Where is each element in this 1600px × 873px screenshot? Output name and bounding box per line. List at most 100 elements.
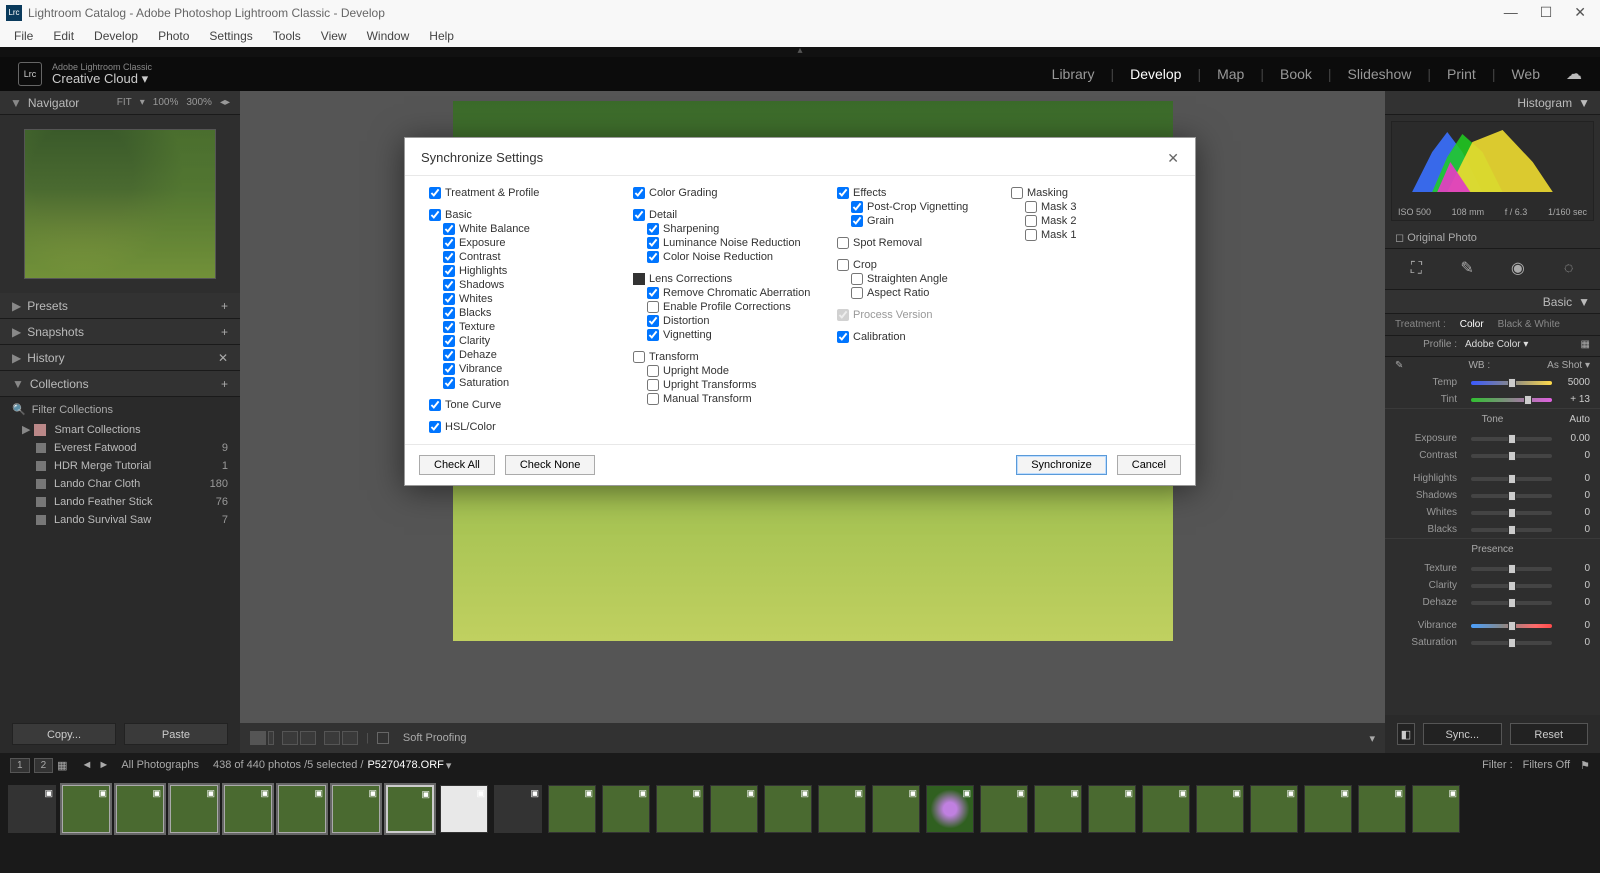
- cb-contrast[interactable]: Contrast: [429, 250, 609, 264]
- cb-saturation[interactable]: Saturation: [429, 376, 609, 390]
- cb-grain[interactable]: Grain: [837, 214, 987, 228]
- menu-photo[interactable]: Photo: [150, 27, 197, 45]
- cb-mask-1[interactable]: Mask 1: [1011, 228, 1131, 242]
- cb-shadows[interactable]: Shadows: [429, 278, 609, 292]
- filmstrip-thumb[interactable]: ▣: [1358, 785, 1406, 833]
- contrast-slider[interactable]: [1471, 454, 1552, 458]
- collection-item[interactable]: Lando Feather Stick76: [0, 493, 240, 511]
- cb-post-crop-vignetting[interactable]: Post-Crop Vignetting: [837, 200, 987, 214]
- cb-exposure[interactable]: Exposure: [429, 236, 609, 250]
- synchronize-button[interactable]: Synchronize: [1016, 455, 1107, 475]
- cb-upright-mode[interactable]: Upright Mode: [633, 364, 813, 378]
- zoom-100[interactable]: 100%: [153, 97, 179, 108]
- filmstrip-thumb[interactable]: ▣: [926, 785, 974, 833]
- heal-icon[interactable]: ✎: [1455, 257, 1479, 281]
- zoom-fit[interactable]: FIT: [117, 97, 132, 108]
- mask-icon[interactable]: ◌: [1557, 257, 1581, 281]
- cb-whites[interactable]: Whites: [429, 292, 609, 306]
- collections-section[interactable]: ▼Collections+: [0, 371, 240, 397]
- original-photo-toggle[interactable]: ◻ Original Photo: [1385, 227, 1600, 249]
- toolbar-menu-icon[interactable]: ▾: [1369, 732, 1375, 745]
- highlights-slider[interactable]: [1471, 477, 1552, 481]
- filmstrip-thumb[interactable]: ▣: [602, 785, 650, 833]
- menu-tools[interactable]: Tools: [265, 27, 309, 45]
- menu-edit[interactable]: Edit: [45, 27, 82, 45]
- tint-slider[interactable]: [1471, 398, 1552, 402]
- cb-vibrance[interactable]: Vibrance: [429, 362, 609, 376]
- module-slideshow[interactable]: Slideshow: [1348, 66, 1412, 82]
- filmstrip-thumb[interactable]: ▣: [8, 785, 56, 833]
- cb-dehaze[interactable]: Dehaze: [429, 348, 609, 362]
- zoom-300[interactable]: 300%: [186, 97, 212, 108]
- cb-lens-corrections[interactable]: Lens Corrections: [633, 272, 813, 286]
- filmstrip-thumb[interactable]: ▣: [1088, 785, 1136, 833]
- wb-eyedropper-icon[interactable]: ✎: [1395, 360, 1403, 371]
- cb-masking[interactable]: Masking: [1011, 186, 1131, 200]
- navigator-preview[interactable]: [24, 129, 216, 279]
- filmstrip-thumb[interactable]: ▣: [1304, 785, 1352, 833]
- filter-lock-icon[interactable]: ⚑: [1580, 759, 1590, 772]
- reset-button[interactable]: Reset: [1510, 723, 1589, 745]
- cb-treatment-profile[interactable]: Treatment & Profile: [429, 186, 609, 200]
- shadows-slider[interactable]: [1471, 494, 1552, 498]
- module-develop[interactable]: Develop: [1130, 66, 1181, 82]
- history-section[interactable]: ▶History✕: [0, 345, 240, 371]
- filmstrip-thumb[interactable]: ▣: [332, 785, 380, 833]
- cb-basic[interactable]: Basic: [429, 208, 609, 222]
- module-library[interactable]: Library: [1052, 66, 1095, 82]
- cb-texture[interactable]: Texture: [429, 320, 609, 334]
- filmstrip-thumb[interactable]: ▣: [1034, 785, 1082, 833]
- filmstrip-thumb[interactable]: ▣: [62, 785, 110, 833]
- filmstrip-thumb[interactable]: ▣: [818, 785, 866, 833]
- cancel-button[interactable]: Cancel: [1117, 455, 1181, 475]
- next-icon[interactable]: ►: [98, 759, 109, 771]
- cb-luminance-noise-reduction[interactable]: Luminance Noise Reduction: [633, 236, 813, 250]
- filmstrip-thumb[interactable]: ▣: [170, 785, 218, 833]
- cb-clarity[interactable]: Clarity: [429, 334, 609, 348]
- menu-develop[interactable]: Develop: [86, 27, 146, 45]
- cb-mask-3[interactable]: Mask 3: [1011, 200, 1131, 214]
- compare-view-icons[interactable]: [282, 731, 316, 745]
- whites-slider[interactable]: [1471, 511, 1552, 515]
- window-minimize[interactable]: —: [1504, 4, 1518, 21]
- cb-manual-transform[interactable]: Manual Transform: [633, 392, 813, 406]
- wb-select[interactable]: As Shot ▾: [1547, 360, 1590, 371]
- source-label[interactable]: All Photographs: [121, 759, 199, 771]
- texture-slider[interactable]: [1471, 567, 1552, 571]
- cb-vignetting[interactable]: Vignetting: [633, 328, 813, 342]
- cb-highlights[interactable]: Highlights: [429, 264, 609, 278]
- cb-upright-transforms[interactable]: Upright Transforms: [633, 378, 813, 392]
- eye-icon[interactable]: ◉: [1506, 257, 1530, 281]
- filmstrip-thumb[interactable]: ▣: [1412, 785, 1460, 833]
- check-all-button[interactable]: Check All: [419, 455, 495, 475]
- clarity-slider[interactable]: [1471, 584, 1552, 588]
- filter-collections[interactable]: 🔍 Filter Collections: [0, 399, 240, 420]
- filmstrip-thumb[interactable]: ▣: [1142, 785, 1190, 833]
- window-close[interactable]: ✕: [1574, 4, 1586, 21]
- module-book[interactable]: Book: [1280, 66, 1312, 82]
- copy-button[interactable]: Copy...: [12, 723, 116, 745]
- top-panel-toggle[interactable]: ▴: [797, 45, 802, 56]
- cb-mask-2[interactable]: Mask 2: [1011, 214, 1131, 228]
- crop-icon[interactable]: ⛶: [1404, 257, 1428, 281]
- cb-remove-chromatic-aberration[interactable]: Remove Chromatic Aberration: [633, 286, 813, 300]
- screen1-button[interactable]: 1: [10, 758, 30, 773]
- menu-file[interactable]: File: [6, 27, 41, 45]
- filmstrip-thumb[interactable]: ▣: [1196, 785, 1244, 833]
- menu-window[interactable]: Window: [359, 27, 418, 45]
- collection-smart[interactable]: ▶Smart Collections: [0, 420, 240, 439]
- filmstrip-thumb[interactable]: ▣: [278, 785, 326, 833]
- snapshots-section[interactable]: ▶Snapshots+: [0, 319, 240, 345]
- cb-aspect-ratio[interactable]: Aspect Ratio: [837, 286, 987, 300]
- module-web[interactable]: Web: [1511, 66, 1540, 82]
- view-mode-icons[interactable]: [250, 731, 274, 745]
- sync-button[interactable]: Sync...: [1423, 723, 1502, 745]
- filmstrip-thumb[interactable]: ▣: [872, 785, 920, 833]
- filmstrip-thumb[interactable]: ▣: [764, 785, 812, 833]
- cb-enable-profile-corrections[interactable]: Enable Profile Corrections: [633, 300, 813, 314]
- histogram-header[interactable]: Histogram▼: [1385, 91, 1600, 115]
- dialog-close-icon[interactable]: ✕: [1167, 150, 1179, 167]
- screen2-button[interactable]: 2: [34, 758, 54, 773]
- cb-sharpening[interactable]: Sharpening: [633, 222, 813, 236]
- paste-button[interactable]: Paste: [124, 723, 228, 745]
